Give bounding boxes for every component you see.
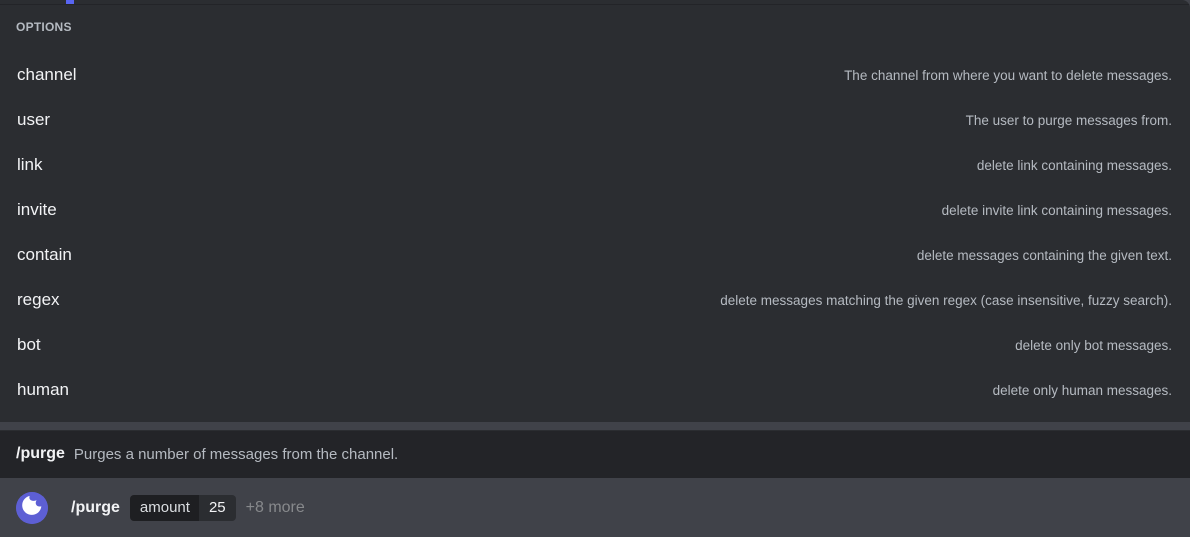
inline-command-name[interactable]: /purge bbox=[71, 499, 120, 517]
option-row[interactable]: user The user to purge messages from. bbox=[0, 97, 1190, 142]
command-footer-name: /purge bbox=[16, 445, 65, 462]
option-name: link bbox=[17, 154, 43, 174]
argument-pill-amount[interactable]: amount 25 bbox=[129, 494, 236, 521]
option-row[interactable]: human delete only human messages. bbox=[0, 367, 1190, 412]
command-footer-description: Purges a number of messages from the cha… bbox=[73, 445, 399, 463]
option-name: channel bbox=[17, 64, 77, 84]
option-row[interactable]: contain delete messages containing the gi… bbox=[0, 232, 1190, 277]
option-description: delete messages containing the given tex… bbox=[916, 248, 1172, 263]
option-description: delete invite link containing messages. bbox=[941, 203, 1172, 218]
option-description: delete messages matching the given regex… bbox=[720, 293, 1172, 308]
option-row[interactable]: link delete link containing messages. bbox=[0, 142, 1190, 187]
crescent-moon-bot-avatar-icon bbox=[16, 491, 48, 524]
selected-row-accent-sliver bbox=[66, 0, 74, 4]
option-name: human bbox=[17, 379, 69, 399]
argument-pill-value[interactable]: 25 bbox=[198, 494, 236, 521]
option-list: channel The channel from where you want t… bbox=[0, 52, 1190, 412]
option-row[interactable]: regex delete messages matching the given … bbox=[0, 277, 1190, 322]
option-name: contain bbox=[17, 244, 72, 264]
message-input-bar[interactable]: /purge amount 25 +8 more bbox=[0, 478, 1190, 537]
option-row[interactable]: channel The channel from where you want t… bbox=[0, 52, 1190, 97]
option-row[interactable]: bot delete only bot messages. bbox=[0, 322, 1190, 367]
discord-slash-command-screen: OPTIONS channel The channel from where yo… bbox=[0, 0, 1190, 537]
command-options-popout: OPTIONS channel The channel from where yo… bbox=[0, 0, 1190, 422]
options-section-header: OPTIONS bbox=[16, 20, 72, 34]
argument-pill-key: amount bbox=[129, 494, 199, 521]
option-description: delete link containing messages. bbox=[976, 158, 1172, 173]
inline-command-chips: /purge amount 25 +8 more bbox=[71, 494, 305, 521]
option-description: The channel from where you want to delet… bbox=[844, 68, 1172, 83]
option-name: bot bbox=[17, 334, 41, 354]
popout-top-divider bbox=[0, 4, 1190, 5]
option-description: The user to purge messages from. bbox=[965, 113, 1172, 128]
option-row[interactable]: invite delete invite link containing mess… bbox=[0, 187, 1190, 232]
option-name: user bbox=[17, 109, 51, 129]
option-description: delete only bot messages. bbox=[1015, 338, 1172, 353]
command-footer: /purge Purges a number of messages from … bbox=[0, 430, 1190, 478]
option-name: regex bbox=[17, 289, 60, 309]
more-arguments-label[interactable]: +8 more bbox=[246, 499, 305, 517]
option-description: delete only human messages. bbox=[992, 383, 1172, 398]
option-name: invite bbox=[17, 199, 57, 219]
